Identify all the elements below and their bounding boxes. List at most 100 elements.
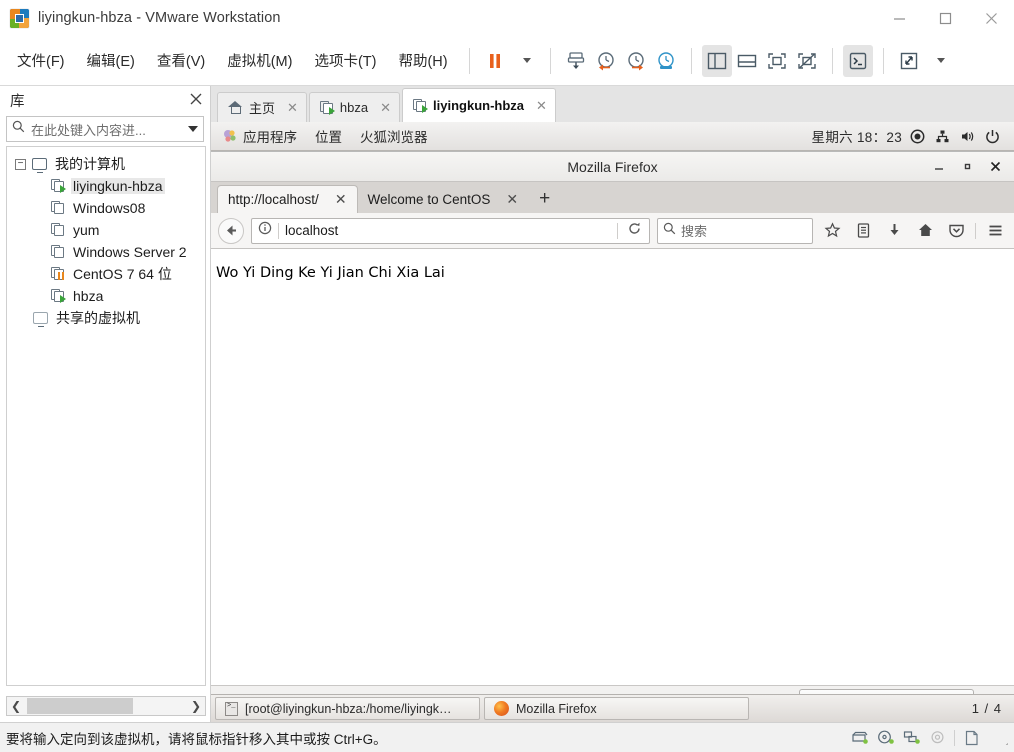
resize-grip[interactable]: [994, 731, 1008, 745]
printer-icon[interactable]: [962, 729, 981, 746]
snapshot-revert-button[interactable]: [591, 45, 621, 77]
close-icon[interactable]: ✕: [506, 191, 518, 208]
downloads-icon[interactable]: [882, 219, 906, 243]
power-dropdown[interactable]: [510, 45, 540, 77]
gnome-tray: 星期六 18：23: [812, 126, 1006, 146]
snapshot-take-button[interactable]: [561, 45, 591, 77]
power-icon[interactable]: [983, 127, 1002, 146]
pocket-icon[interactable]: [944, 219, 968, 243]
chevron-left-icon[interactable]: ❮: [7, 699, 25, 713]
volume-icon[interactable]: [958, 127, 977, 146]
chevron-right-icon[interactable]: ❯: [187, 699, 205, 713]
show-thumbnail-bar-button[interactable]: [732, 45, 762, 77]
tree-vm-liyingkun-hbza[interactable]: liyingkun-hbza: [7, 175, 205, 197]
close-icon[interactable]: ✕: [287, 100, 298, 116]
usb-icon[interactable]: [928, 729, 947, 746]
hard-disk-icon[interactable]: [850, 729, 869, 746]
scrollbar-thumb[interactable]: [27, 698, 133, 714]
record-icon[interactable]: [908, 127, 927, 146]
vm-tab-strip: 主页 ✕ hbza ✕ liyingkun-hbza ✕: [211, 86, 1014, 122]
tree-vm-yum[interactable]: yum: [7, 219, 205, 241]
device-status-icons: [850, 729, 1008, 746]
status-bar: 要将输入定向到该虚拟机，请将鼠标指针移入其中或按 Ctrl+G。: [0, 722, 1014, 752]
menu-tabs[interactable]: 选项卡(T): [306, 46, 384, 75]
reload-icon[interactable]: [624, 221, 645, 241]
library-title: 库: [10, 93, 25, 110]
gnome-top-panel: 应用程序 位置 火狐浏览器 星期六 18：23: [211, 122, 1014, 151]
taskbar-terminal[interactable]: [root@liyingkun-hbza:/home/liyingk…: [215, 697, 480, 720]
tree-item-label: liyingkun-hbza: [71, 178, 165, 194]
suspend-button[interactable]: [480, 45, 510, 77]
vm-running-icon: [319, 100, 335, 115]
fullscreen-dropdown[interactable]: [924, 45, 954, 77]
menu-hamburger-icon[interactable]: [983, 219, 1007, 243]
url-bar[interactable]: localhost: [251, 217, 650, 244]
menu-help[interactable]: 帮助(H): [390, 46, 455, 75]
ff-close-button[interactable]: [988, 160, 1002, 175]
show-console-view-button[interactable]: [762, 45, 792, 77]
snapshot-manager-button[interactable]: [651, 45, 681, 77]
library-search-input[interactable]: 在此处键入内容进...: [6, 116, 204, 142]
close-icon[interactable]: ✕: [335, 191, 347, 208]
vmtab-label: hbza: [339, 100, 369, 115]
tree-item-label: Windows08: [73, 200, 146, 216]
gnome-applications-menu[interactable]: 应用程序: [219, 126, 306, 146]
gnome-places-menu[interactable]: 位置: [306, 126, 351, 146]
vmtab-liyingkun-hbza[interactable]: liyingkun-hbza ✕: [402, 88, 556, 122]
menu-file[interactable]: 文件(F): [9, 46, 73, 75]
bookmark-star-icon[interactable]: [820, 219, 844, 243]
page-body-text: Wo Yi Ding Ke Yi Jian Chi Xia Lai: [216, 265, 445, 281]
network-icon[interactable]: [933, 127, 952, 146]
library-search-placeholder: 在此处键入内容进...: [31, 122, 146, 138]
ff-maximize-button[interactable]: [960, 160, 974, 175]
tree-item-label: 共享的虚拟机: [56, 310, 140, 326]
library-horizontal-scrollbar[interactable]: ❮ ❯: [6, 696, 206, 716]
ff-new-tab-button[interactable]: +: [528, 185, 561, 213]
home-icon[interactable]: [913, 219, 937, 243]
vm-off-icon: [51, 201, 65, 215]
gnome-clock[interactable]: 星期六 18：23: [812, 126, 902, 146]
tree-vm-windows08[interactable]: Windows08: [7, 197, 205, 219]
collapse-expander-icon[interactable]: −: [15, 158, 26, 170]
menu-virtual-machine[interactable]: 虚拟机(M): [219, 46, 300, 75]
workspace-indicator[interactable]: 1 / 4: [964, 701, 1010, 716]
fullscreen-button[interactable]: [894, 45, 924, 77]
close-button[interactable]: [968, 0, 1014, 36]
vmtab-hbza[interactable]: hbza ✕: [308, 92, 401, 122]
taskbar-item-label: [root@liyingkun-hbza:/home/liyingk…: [245, 701, 452, 716]
vmtab-home[interactable]: 主页 ✕: [217, 92, 307, 122]
taskbar-firefox[interactable]: Mozilla Firefox: [484, 697, 749, 720]
menu-edit[interactable]: 编辑(E): [79, 46, 143, 75]
library-icon[interactable]: [851, 219, 875, 243]
show-library-button[interactable]: [701, 44, 732, 77]
vm-console[interactable]: 应用程序 位置 火狐浏览器 星期六 18：23 Mozilla Firefox …: [211, 122, 1014, 722]
close-icon[interactable]: ✕: [380, 100, 391, 116]
network-adapter-icon[interactable]: [902, 729, 921, 746]
search-bar[interactable]: 搜索: [657, 217, 813, 244]
tree-shared-vms[interactable]: 共享的虚拟机: [7, 307, 205, 329]
hide-console-view-button[interactable]: [792, 45, 822, 77]
tree-vm-windows-server[interactable]: Windows Server 2: [7, 241, 205, 263]
menu-view[interactable]: 查看(V): [149, 46, 213, 75]
page-content[interactable]: Wo Yi Ding Ke Yi Jian Chi Xia Lai: [211, 249, 1014, 685]
ff-tab-localhost[interactable]: http://localhost/ ✕: [217, 185, 358, 213]
ff-minimize-button[interactable]: [932, 160, 946, 175]
tree-item-label: 我的计算机: [55, 156, 125, 172]
snapshot-back-button[interactable]: [621, 45, 651, 77]
ff-tab-welcome-centos[interactable]: Welcome to CentOS ✕: [357, 185, 529, 213]
unity-mode-button[interactable]: [842, 44, 873, 77]
chevron-down-icon[interactable]: [188, 126, 198, 132]
menu-bar: 文件(F) 编辑(E) 查看(V) 虚拟机(M) 选项卡(T) 帮助(H): [0, 36, 1014, 86]
close-icon[interactable]: ✕: [536, 98, 547, 114]
tree-vm-centos7[interactable]: CentOS 7 64 位: [7, 263, 205, 285]
gnome-firefox-menu[interactable]: 火狐浏览器: [351, 126, 437, 146]
cd-dvd-icon[interactable]: [876, 729, 895, 746]
back-arrow-icon[interactable]: [218, 217, 244, 244]
tree-my-computer[interactable]: − 我的计算机: [7, 153, 205, 175]
info-icon[interactable]: [258, 221, 272, 240]
library-close-icon[interactable]: [190, 93, 202, 107]
gnome-menu-label: 应用程序: [243, 130, 297, 145]
tree-vm-hbza[interactable]: hbza: [7, 285, 205, 307]
maximize-button[interactable]: [922, 0, 968, 36]
minimize-button[interactable]: [876, 0, 922, 36]
